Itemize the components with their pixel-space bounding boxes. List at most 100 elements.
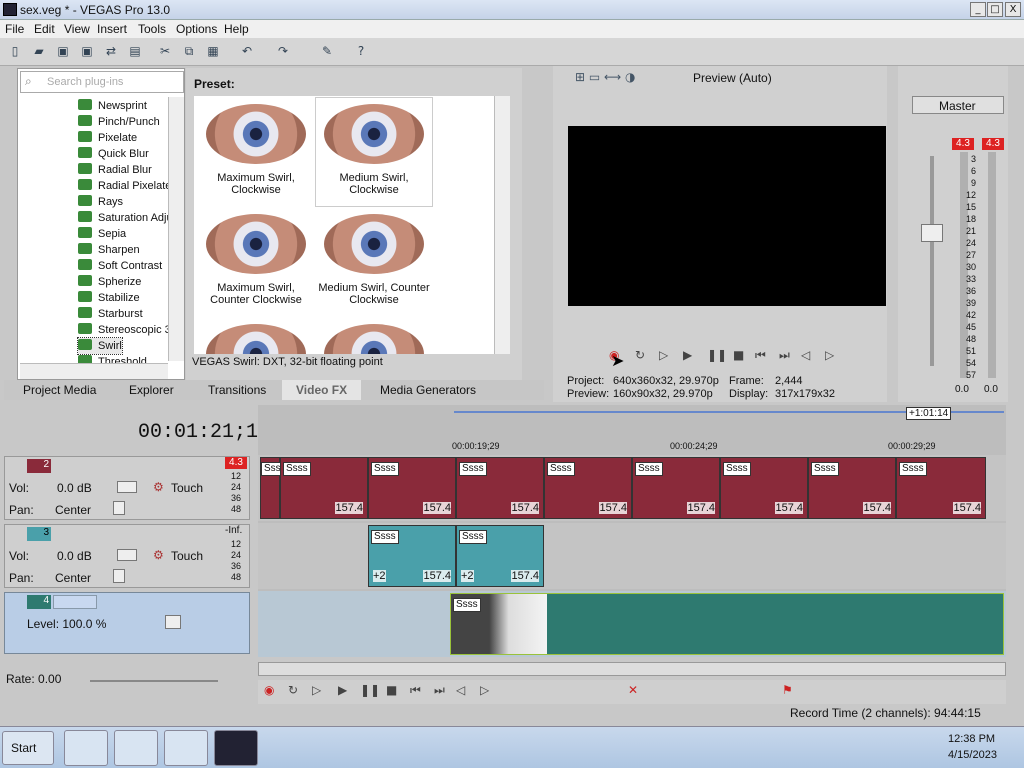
render-icon[interactable]: ⇄ — [102, 43, 120, 59]
new-icon[interactable]: ▯ — [6, 43, 24, 59]
audio-clip[interactable]: Ssss 157.4 — [808, 457, 896, 519]
preview-quality-dropdown[interactable]: Preview (Auto) — [693, 71, 772, 85]
plugin-item[interactable]: Rays — [78, 194, 123, 210]
marker-icon[interactable]: ⚑ — [782, 683, 793, 697]
open-icon[interactable]: ▰ — [30, 43, 48, 59]
play-from-start-button[interactable]: ▷ — [659, 348, 668, 362]
delete-icon[interactable]: ✕ — [628, 683, 638, 697]
preset-thumbnail[interactable]: Maximum Swirl, Counter Clockwise — [198, 208, 314, 316]
audio-clip[interactable]: Ssss +2 157.4 — [368, 525, 456, 587]
whats-this-icon[interactable]: ? — [352, 43, 370, 59]
brush-icon[interactable]: ✎ — [318, 43, 336, 59]
preset-scrollbar[interactable] — [494, 96, 510, 354]
audio-clip[interactable]: Ssss 157.4 — [720, 457, 808, 519]
video-clip[interactable]: Ssss — [450, 593, 1004, 655]
save-icon[interactable]: ▣ — [54, 43, 72, 59]
tab-media-generators[interactable]: Media Generators — [380, 383, 476, 397]
menu-tools[interactable]: Tools — [138, 22, 166, 36]
plugin-item[interactable]: Radial Pixelate — [78, 178, 171, 194]
go-to-start-button[interactable]: ⏮ — [410, 683, 421, 698]
plugin-item[interactable]: Sharpen — [78, 242, 140, 258]
audio-clip[interactable]: Ssss 157.4 — [896, 457, 986, 519]
play-from-start-button[interactable]: ▷ — [312, 683, 321, 697]
plugin-list-scrollbar[interactable] — [168, 97, 184, 361]
tab-explorer[interactable]: Explorer — [129, 383, 174, 397]
plugin-item[interactable]: Spherize — [78, 274, 141, 290]
audio-clip[interactable]: Ssss 157.4 — [544, 457, 632, 519]
pause-button[interactable]: ❚❚ — [360, 683, 380, 697]
pause-button[interactable]: ❚❚ — [707, 348, 727, 362]
vegas-taskbar-icon[interactable] — [214, 730, 258, 766]
plugin-list-hscrollbar[interactable] — [20, 363, 168, 379]
play-button[interactable]: ▶ — [338, 683, 347, 697]
audio-clip[interactable]: Ssss 157.4 — [632, 457, 720, 519]
copy-icon[interactable]: ⧉ — [180, 43, 198, 59]
plugin-item[interactable]: Newsprint — [78, 98, 147, 114]
menu-view[interactable]: View — [64, 22, 90, 36]
plugin-item[interactable]: Soft Contrast — [78, 258, 162, 274]
close-button[interactable]: X — [1005, 2, 1021, 17]
audio-clip[interactable]: Ssss — [260, 457, 289, 519]
go-to-end-button[interactable]: ⏭ — [779, 348, 790, 363]
menu-edit[interactable]: Edit — [34, 22, 55, 36]
plugin-item[interactable]: Quick Blur — [78, 146, 149, 162]
preset-thumbnail-selected[interactable]: Medium Swirl, Clockwise — [316, 98, 432, 206]
properties-icon[interactable]: ▤ — [126, 43, 144, 59]
plugin-item[interactable]: Sepia — [78, 226, 126, 242]
automation-gear-icon[interactable]: ⚙ — [153, 480, 164, 494]
cut-icon[interactable]: ✂ — [156, 43, 174, 59]
loop-icon[interactable]: ↻ — [288, 683, 298, 697]
next-frame-button[interactable]: ▷ — [480, 683, 489, 697]
rate-slider[interactable] — [90, 680, 218, 682]
go-to-end-button[interactable]: ⏭ — [434, 683, 445, 698]
notepad-taskbar-icon[interactable] — [164, 730, 208, 766]
plugin-item[interactable]: Saturation Adjust — [78, 210, 181, 226]
automation-mode[interactable]: Touch — [171, 481, 203, 495]
save-as-icon[interactable]: ▣ — [78, 43, 96, 59]
previous-frame-button[interactable]: ◁ — [801, 348, 810, 362]
stop-button[interactable]: ■ — [733, 348, 744, 362]
chrome-taskbar-icon[interactable] — [64, 730, 108, 766]
plugin-item[interactable]: Stabilize — [78, 290, 140, 306]
preset-thumbnail[interactable]: Medium Swirl, Counter Clockwise — [316, 208, 432, 316]
menu-file[interactable]: File — [5, 22, 24, 36]
plugin-item[interactable]: Pinch/Punch — [78, 114, 160, 130]
audio-clip[interactable]: Ssss 157.4 — [368, 457, 456, 519]
plugin-item[interactable]: Radial Blur — [78, 162, 152, 178]
master-fader[interactable] — [921, 224, 943, 242]
undo-icon[interactable]: ↶ — [238, 43, 256, 59]
vol-slider[interactable] — [117, 549, 137, 561]
level-slider[interactable] — [165, 615, 181, 629]
tab-video-fx[interactable]: Video FX — [282, 380, 362, 400]
explorer-taskbar-icon[interactable] — [114, 730, 158, 766]
tab-transitions[interactable]: Transitions — [208, 383, 266, 397]
search-plugins-field[interactable]: ⌕ Search plug-ins — [20, 71, 184, 93]
preset-thumbnail[interactable]: Maximum Swirl, Clockwise — [198, 98, 314, 206]
stop-button[interactable]: ■ — [386, 683, 397, 697]
paste-icon[interactable]: ▦ — [204, 43, 222, 59]
minimize-button[interactable]: _ — [970, 2, 986, 17]
audio-clip[interactable]: Ssss +2 157.4 — [456, 525, 544, 587]
play-button[interactable]: ▶ — [683, 348, 692, 362]
menu-options[interactable]: Options — [176, 22, 217, 36]
preset-thumbnail[interactable] — [198, 318, 314, 354]
start-button[interactable]: Start — [2, 731, 54, 765]
previous-frame-button[interactable]: ◁ — [456, 683, 465, 697]
automation-gear-icon[interactable]: ⚙ — [153, 548, 164, 562]
tab-project-media[interactable]: Project Media — [23, 383, 96, 397]
timeline-hscrollbar[interactable] — [258, 662, 1006, 676]
go-to-start-button[interactable]: ⏮ — [755, 348, 766, 363]
loop-icon[interactable]: ↻ — [635, 348, 645, 362]
pan-slider[interactable] — [113, 501, 125, 515]
menu-insert[interactable]: Insert — [97, 22, 127, 36]
automation-mode[interactable]: Touch — [171, 549, 203, 563]
maximize-button[interactable]: □ — [987, 2, 1003, 17]
pan-slider[interactable] — [113, 569, 125, 583]
plugin-item[interactable]: Pixelate — [78, 130, 137, 146]
preset-thumbnail[interactable] — [316, 318, 432, 354]
track-name-field[interactable] — [53, 595, 97, 609]
plugin-item[interactable]: Starburst — [78, 306, 143, 322]
vol-slider[interactable] — [117, 481, 137, 493]
next-frame-button[interactable]: ▷ — [825, 348, 834, 362]
plugin-item-selected[interactable]: Swirl — [77, 337, 123, 355]
